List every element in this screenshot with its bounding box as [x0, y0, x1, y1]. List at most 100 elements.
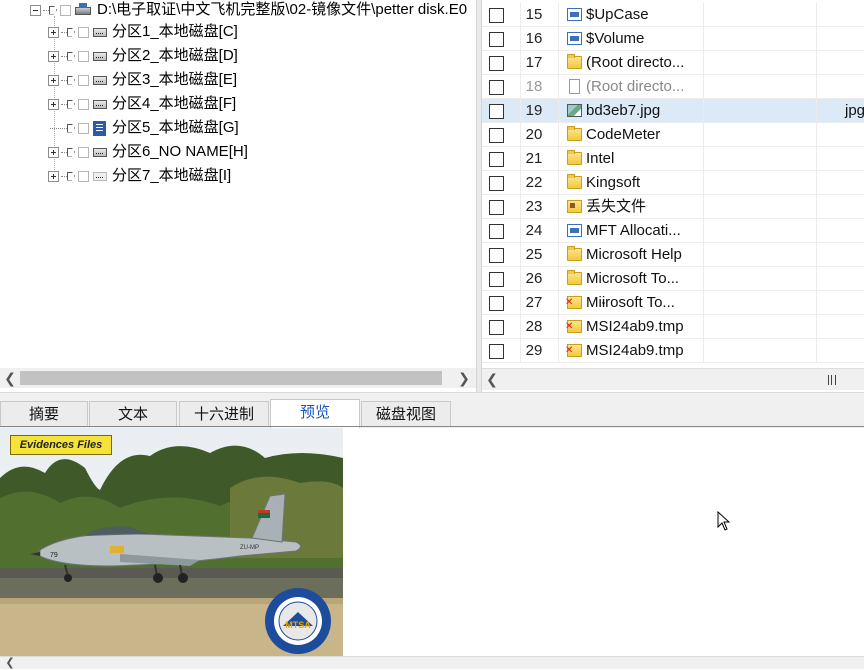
tree-checkbox[interactable]: [78, 26, 89, 38]
row-checkbox[interactable]: [489, 56, 504, 71]
row-checkbox[interactable]: [489, 128, 504, 143]
node-flag-icon: [67, 75, 75, 85]
list-horizontal-scrollbar[interactable]: ❮: [482, 368, 864, 390]
evidences-files-badge: Evidences Files: [10, 435, 112, 455]
file-row[interactable]: 16 $Volume: [482, 27, 864, 51]
row-number: 23: [525, 198, 543, 215]
tree-checkbox[interactable]: [78, 50, 89, 62]
tree-checkbox[interactable]: [60, 4, 71, 16]
tab-hex[interactable]: 十六进制: [179, 401, 269, 427]
file-row-selected[interactable]: 19 bd3eb7.jpg jpg: [482, 99, 864, 123]
file-row[interactable]: 15 $UpCase: [482, 3, 864, 27]
row-checkbox[interactable]: [489, 272, 504, 287]
row-checkbox[interactable]: [489, 8, 504, 23]
row-number: 28: [525, 318, 543, 335]
expand-icon[interactable]: [48, 26, 59, 38]
file-row[interactable]: 23 丢失文件: [482, 195, 864, 219]
preview-horizontal-scrollbar[interactable]: ❮: [0, 656, 864, 669]
tree-item-partition-1[interactable]: 分区1_本地磁盘[C]: [48, 20, 238, 44]
row-checkbox[interactable]: [489, 104, 504, 119]
file-name: Intel: [586, 150, 615, 167]
tree-item-partition-5[interactable]: 分区5_本地磁盘[G]: [48, 116, 239, 140]
tree-root-node[interactable]: D:\电子取证\中文飞机完整版\02-镜像文件\petter disk.E0: [30, 0, 467, 22]
tree-checkbox[interactable]: [78, 170, 89, 182]
tree-item-partition-3[interactable]: 分区3_本地磁盘[E]: [48, 68, 237, 92]
scroll-right-icon[interactable]: ❯: [454, 368, 474, 388]
file-type: jpg: [845, 102, 864, 119]
file-name: (Root directo...: [586, 78, 685, 95]
tab-divider: [0, 426, 864, 427]
row-checkbox[interactable]: [489, 32, 504, 47]
column-divider: [558, 3, 559, 26]
column-divider: [816, 99, 817, 122]
row-number: 20: [525, 126, 543, 143]
file-list[interactable]: 15 $UpCase 16 $Volume 17 (Root directo..…: [482, 0, 864, 392]
node-flag-icon: [67, 147, 75, 157]
column-divider: [558, 195, 559, 218]
tree-item-partition-2[interactable]: 分区2_本地磁盘[D]: [48, 44, 238, 68]
row-checkbox[interactable]: [489, 176, 504, 191]
expand-icon[interactable]: [48, 170, 59, 182]
row-number: 25: [525, 246, 543, 263]
file-row[interactable]: 28 MSI24ab9.tmp: [482, 315, 864, 339]
tree-checkbox[interactable]: [78, 146, 89, 158]
collapse-icon[interactable]: [30, 4, 41, 16]
scroll-left-icon[interactable]: ❮: [482, 369, 502, 389]
blank-file-icon: [569, 79, 580, 94]
file-row[interactable]: 20 CodeMeter: [482, 123, 864, 147]
mouse-cursor-icon: [717, 511, 730, 531]
row-checkbox[interactable]: [489, 344, 504, 359]
tree-item-partition-7[interactable]: 分区7_本地磁盘[I]: [48, 164, 231, 188]
row-number: 26: [525, 270, 543, 287]
row-number: 15: [525, 6, 543, 23]
tree-scroll-thumb[interactable]: [20, 371, 442, 385]
file-row[interactable]: 17 (Root directo...: [482, 51, 864, 75]
row-checkbox[interactable]: [489, 320, 504, 335]
file-row[interactable]: 25 Microsoft Help: [482, 243, 864, 267]
partition-label: 分区2_本地磁盘[D]: [112, 47, 238, 64]
hard-drive-icon: [93, 171, 107, 181]
tree-checkbox[interactable]: [78, 122, 89, 134]
file-row[interactable]: 21 Intel: [482, 147, 864, 171]
column-divider: [816, 291, 817, 314]
row-checkbox[interactable]: [489, 296, 504, 311]
tree-checkbox[interactable]: [78, 74, 89, 86]
scroll-grip-icon[interactable]: [828, 375, 836, 385]
tree-item-partition-6[interactable]: 分区6_NO NAME[H]: [48, 140, 248, 164]
row-checkbox[interactable]: [489, 248, 504, 263]
row-checkbox[interactable]: [489, 200, 504, 215]
file-row[interactable]: 27 Miɨrosoft To...: [482, 291, 864, 315]
tree-checkbox[interactable]: [78, 98, 89, 110]
tab-text[interactable]: 文本: [89, 401, 177, 427]
list-scroll-thumb[interactable]: [502, 372, 842, 386]
row-checkbox[interactable]: [489, 80, 504, 95]
column-divider: [816, 123, 817, 146]
file-row[interactable]: 24 MFT Allocati...: [482, 219, 864, 243]
column-divider: [816, 51, 817, 74]
scroll-left-icon[interactable]: ❮: [0, 368, 20, 388]
row-checkbox[interactable]: [489, 152, 504, 167]
expand-icon[interactable]: [48, 74, 59, 86]
file-row[interactable]: 18 (Root directo...: [482, 75, 864, 99]
column-divider: [703, 171, 704, 194]
expand-icon[interactable]: [48, 146, 59, 158]
node-flag-icon: [67, 27, 75, 37]
tab-preview[interactable]: 预览: [270, 399, 360, 428]
column-divider: [558, 99, 559, 122]
file-row[interactable]: 22 Kingsoft: [482, 171, 864, 195]
tab-disk-view[interactable]: 磁盘视图: [361, 401, 451, 427]
tree-horizontal-scrollbar[interactable]: ❮ ❯: [0, 368, 476, 388]
column-divider: [558, 147, 559, 170]
partition-tree[interactable]: D:\电子取证\中文飞机完整版\02-镜像文件\petter disk.E0 分…: [0, 0, 476, 392]
row-checkbox[interactable]: [489, 224, 504, 239]
scroll-left-icon[interactable]: ❮: [0, 657, 20, 670]
file-row[interactable]: 29 MSI24ab9.tmp: [482, 339, 864, 363]
column-divider: [816, 267, 817, 290]
tree-item-partition-4[interactable]: 分区4_本地磁盘[F]: [48, 92, 236, 116]
column-divider: [816, 3, 817, 26]
tab-summary[interactable]: 摘要: [0, 401, 88, 427]
node-flag-icon: [67, 123, 75, 133]
file-row[interactable]: 26 Microsoft To...: [482, 267, 864, 291]
expand-icon[interactable]: [48, 50, 59, 62]
expand-icon[interactable]: [48, 98, 59, 110]
